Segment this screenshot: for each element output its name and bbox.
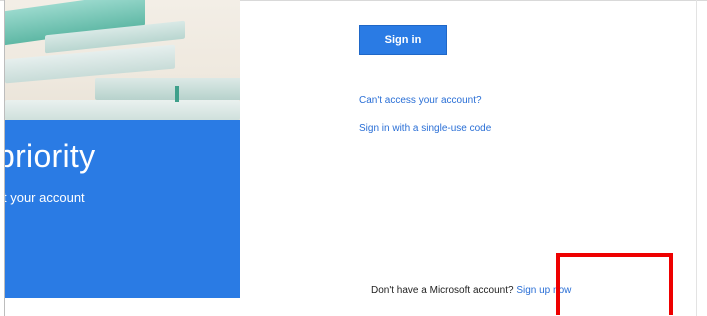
hero-image	[5, 0, 240, 120]
hero-image-slab	[5, 100, 240, 120]
signup-prompt: Don't have a Microsoft account?	[371, 285, 514, 296]
sign-up-now-link[interactable]: Sign up now	[516, 285, 571, 296]
sign-in-button[interactable]: Sign in	[359, 25, 447, 55]
hero-panel: priority t your account	[5, 0, 240, 298]
single-use-code-link[interactable]: Sign in with a single-use code	[359, 123, 491, 134]
right-divider	[696, 0, 697, 316]
hero-subtitle: t your account	[5, 190, 85, 205]
cant-access-account-link[interactable]: Can't access your account?	[359, 95, 482, 106]
hero-image-slab	[95, 78, 240, 100]
hero-title: priority	[5, 138, 96, 174]
signup-row: Don't have a Microsoft account? Sign up …	[371, 285, 571, 296]
hero-image-slab-edge	[175, 86, 179, 102]
